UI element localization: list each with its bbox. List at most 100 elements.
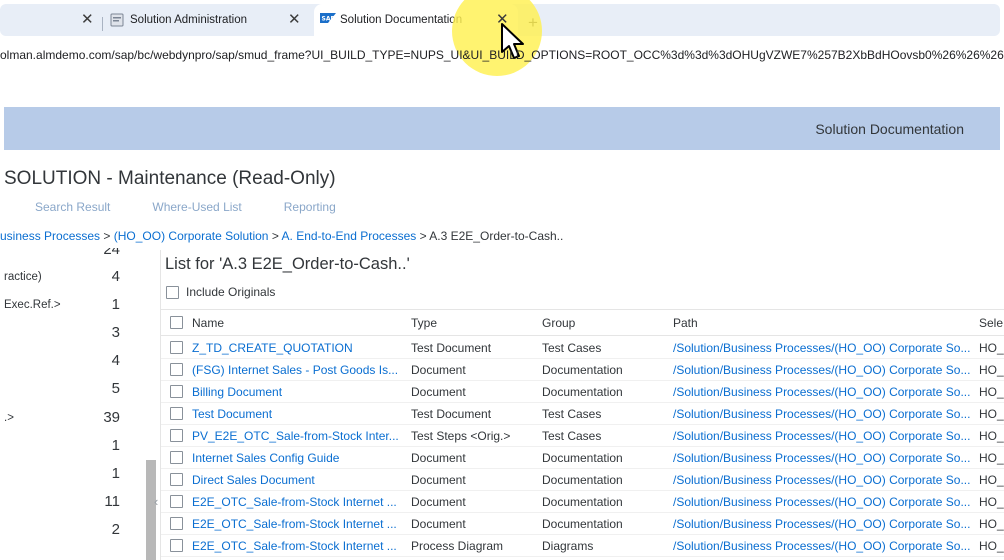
row-path-link[interactable]: /Solution/Business Processes/(HO_OO) Cor…: [673, 341, 973, 355]
tab-label: Solution Documentation: [340, 14, 463, 26]
row-name-link[interactable]: Direct Sales Document: [192, 473, 404, 487]
row-path-link[interactable]: /Solution/Business Processes/(HO_OO) Cor…: [673, 451, 973, 465]
row-name-link[interactable]: Z_TD_CREATE_QUOTATION: [192, 341, 404, 355]
tree-item[interactable]: 2: [0, 520, 140, 542]
column-header-group[interactable]: Group: [542, 316, 667, 330]
tree-item[interactable]: 5: [0, 379, 140, 401]
column-header-sel[interactable]: Sele: [979, 316, 1004, 330]
tree-item[interactable]: ractice) 4: [0, 267, 140, 289]
row-sel: HO_: [979, 407, 1004, 421]
row-group: Test Cases: [542, 429, 602, 443]
row-checkbox[interactable]: [170, 363, 183, 376]
shell-bar: Solution Documentation: [4, 107, 1000, 150]
column-header-name[interactable]: Name: [192, 316, 404, 330]
row-checkbox[interactable]: [170, 385, 183, 398]
table-row[interactable]: E2E_OTC_Sale-from-Stock Internet ... Docu…: [161, 491, 1004, 513]
row-sel: HO_: [979, 363, 1004, 377]
select-all-checkbox[interactable]: [170, 316, 183, 329]
row-type: Test Steps <Orig.>: [411, 429, 511, 443]
tree-item-count: 4: [111, 268, 120, 285]
row-path-link[interactable]: /Solution/Business Processes/(HO_OO) Cor…: [673, 363, 973, 377]
include-originals-checkbox[interactable]: [166, 285, 179, 299]
row-name-link[interactable]: Billing Document: [192, 385, 404, 399]
tree-item-label: .>: [4, 412, 14, 424]
row-group: Documentation: [542, 495, 623, 509]
tree-item[interactable]: 3: [0, 323, 140, 345]
row-name-link[interactable]: Test Document: [192, 407, 404, 421]
include-originals-label: Include Originals: [186, 285, 276, 299]
reporting-link[interactable]: Reporting: [284, 200, 336, 214]
row-path-link[interactable]: /Solution/Business Processes/(HO_OO) Cor…: [673, 429, 973, 443]
tree-item[interactable]: .> 39: [0, 408, 140, 430]
row-checkbox[interactable]: [170, 539, 183, 552]
table-row[interactable]: Test Document Test Document Test Cases/Sol…: [161, 403, 1004, 425]
table-row[interactable]: E2E_OTC_Sale-from-Stock Internet ... Docu…: [161, 513, 1004, 535]
tree-item-label: ractice): [4, 271, 42, 283]
breadcrumb: usiness Processes > (HO_OO) Corporate So…: [0, 229, 563, 243]
close-tab-icon[interactable]: ✕: [288, 12, 301, 27]
row-name-link[interactable]: E2E_OTC_Sale-from-Stock Internet ...: [192, 539, 404, 553]
table-row[interactable]: (FSG) Internet Sales - Post Goods Is... D…: [161, 359, 1004, 381]
row-checkbox[interactable]: [170, 341, 183, 354]
row-group: Documentation: [542, 517, 623, 531]
table-row[interactable]: Direct Sales Document Document Documentati…: [161, 469, 1004, 491]
row-checkbox[interactable]: [170, 429, 183, 442]
row-path-link[interactable]: /Solution/Business Processes/(HO_OO) Cor…: [673, 385, 973, 399]
close-tab-icon[interactable]: ✕: [81, 12, 94, 27]
breadcrumb-separator: >: [103, 229, 111, 243]
row-path-link[interactable]: /Solution/Business Processes/(HO_OO) Cor…: [673, 539, 973, 553]
column-header-path[interactable]: Path: [673, 316, 973, 330]
row-name-link[interactable]: E2E_OTC_Sale-from-Stock Internet ...: [192, 495, 404, 509]
row-name-link[interactable]: PV_E2E_OTC_Sale-from-Stock Inter...: [192, 429, 404, 443]
tree-item[interactable]: 11: [0, 492, 140, 514]
tab-solution-administration[interactable]: Solution Administration: [110, 4, 310, 36]
row-path-link[interactable]: /Solution/Business Processes/(HO_OO) Cor…: [673, 473, 973, 487]
row-type: Document: [411, 363, 466, 377]
tree-item[interactable]: 4: [0, 351, 140, 373]
row-name-link[interactable]: (FSG) Internet Sales - Post Goods Is...: [192, 363, 404, 377]
row-path-link[interactable]: /Solution/Business Processes/(HO_OO) Cor…: [673, 517, 973, 531]
tree-item[interactable]: 1: [0, 436, 140, 458]
documents-table: Name Type Group Path Sele Z_TD_CREATE_QU…: [161, 309, 1004, 560]
table-row[interactable]: Internet Sales Config Guide Document Docum…: [161, 447, 1004, 469]
tree-item[interactable]: 1: [0, 464, 140, 486]
table-row[interactable]: Billing Document Document Documentation/So…: [161, 381, 1004, 403]
tree-item[interactable]: Exec.Ref.> 1: [0, 295, 140, 317]
row-name-link[interactable]: Internet Sales Config Guide: [192, 451, 404, 465]
tab-label: Solution Administration: [130, 14, 247, 26]
column-header-type[interactable]: Type: [411, 316, 536, 330]
row-path-link[interactable]: /Solution/Business Processes/(HO_OO) Cor…: [673, 495, 973, 509]
row-checkbox[interactable]: [170, 495, 183, 508]
tree-item-count: 5: [111, 380, 120, 397]
tab-separator: [102, 17, 103, 31]
where-used-list-link[interactable]: Where-Used List: [152, 200, 241, 214]
breadcrumb-item[interactable]: A. End-to-End Processes: [282, 229, 417, 243]
search-result-link[interactable]: Search Result: [35, 200, 110, 214]
include-originals[interactable]: Include Originals: [166, 285, 275, 299]
row-type: Document: [411, 385, 466, 399]
tree-item-count: 2: [111, 521, 120, 538]
row-type: Test Document: [411, 407, 492, 421]
table-row[interactable]: PV_E2E_OTC_Sale-from-Stock Inter... Test …: [161, 425, 1004, 447]
breadcrumb-item[interactable]: (HO_OO) Corporate Solution: [114, 229, 269, 243]
structure-panel: 24 ractice) 4 Exec.Ref.> 1 3 4 5 .> 39 1…: [0, 248, 157, 560]
row-checkbox[interactable]: [170, 517, 183, 530]
row-checkbox[interactable]: [170, 451, 183, 464]
table-header: Name Type Group Path Sele: [161, 310, 1004, 336]
breadcrumb-item[interactable]: usiness Processes: [0, 229, 100, 243]
table-row[interactable]: Z_TD_CREATE_QUOTATION Test Document Test C…: [161, 337, 1004, 359]
row-group: Documentation: [542, 385, 623, 399]
scrollbar-thumb[interactable]: [146, 460, 156, 560]
row-path-link[interactable]: /Solution/Business Processes/(HO_OO) Cor…: [673, 407, 973, 421]
row-name-link[interactable]: E2E_OTC_Sale-from-Stock Internet ...: [192, 517, 404, 531]
row-type: Document: [411, 473, 466, 487]
tree-item[interactable]: 24: [0, 248, 140, 262]
collapse-panel-icon[interactable]: ‹: [154, 494, 158, 509]
row-type: Document: [411, 451, 466, 465]
row-checkbox[interactable]: [170, 407, 183, 420]
row-checkbox[interactable]: [170, 473, 183, 486]
list-title: List for 'A.3 E2E_Order-to-Cash..': [165, 255, 410, 273]
table-row[interactable]: E2E_OTC_Sale-from-Stock Internet ... Proc…: [161, 535, 1004, 557]
address-bar[interactable]: olman.almdemo.com/sap/bc/webdynpro/sap/s…: [0, 48, 1004, 68]
tree-item-count: 1: [111, 437, 120, 454]
